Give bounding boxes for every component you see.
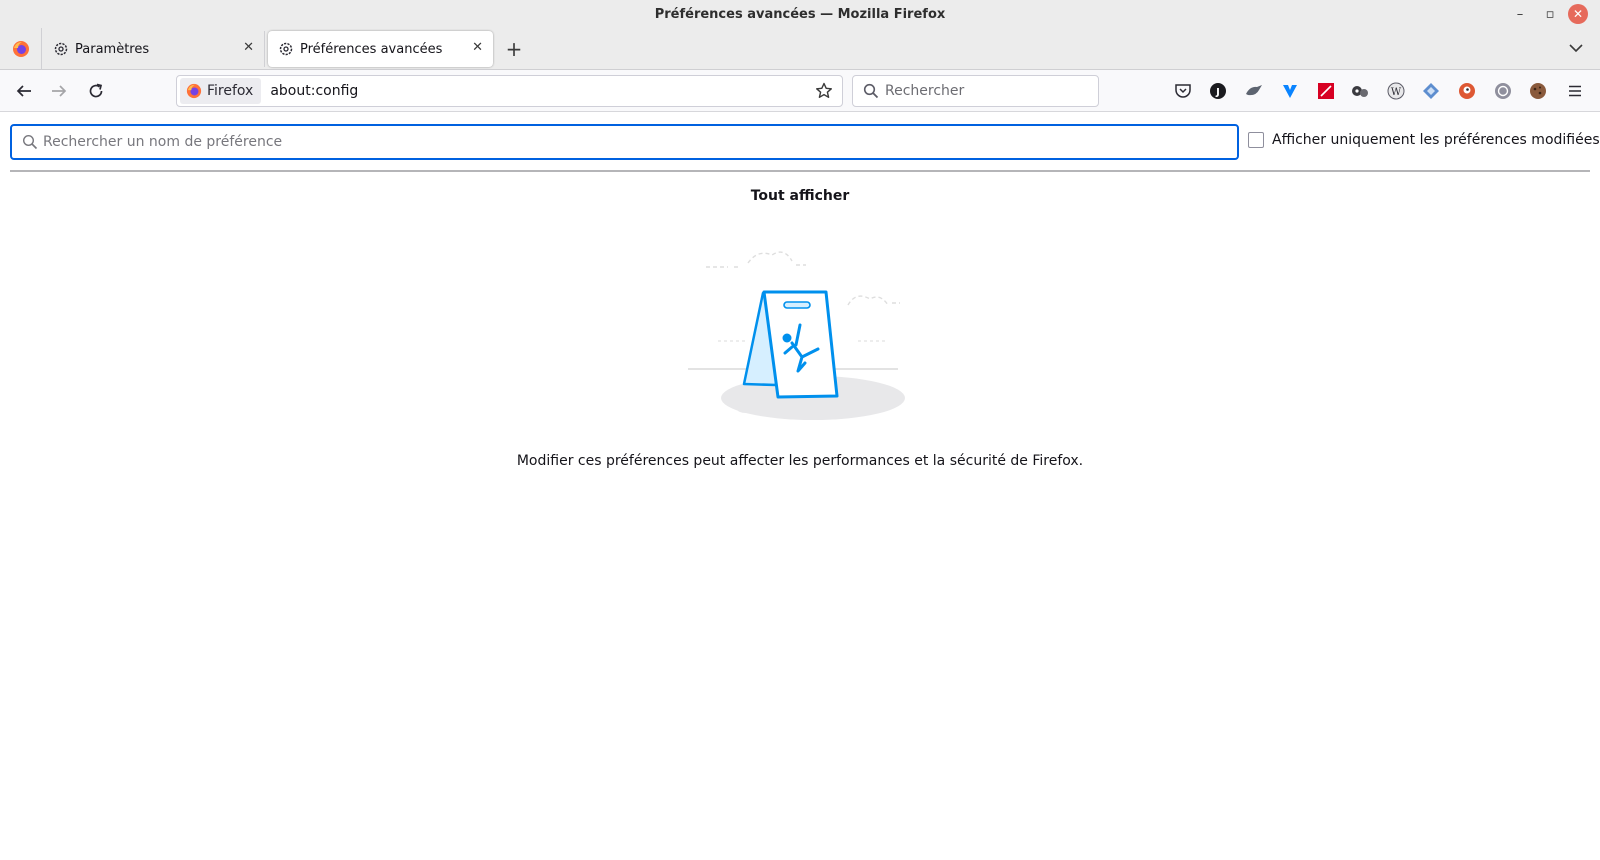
tab-settings[interactable]: Paramètres ✕	[43, 31, 265, 67]
divider	[10, 170, 1590, 172]
show-all-button[interactable]: Tout afficher	[0, 188, 1600, 204]
caution-sign-illustration	[688, 251, 905, 420]
url-text[interactable]: about:config	[270, 83, 814, 99]
show-modified-only-checkbox[interactable]	[1248, 132, 1264, 148]
close-window-button[interactable]: ✕	[1568, 4, 1588, 24]
diamond-icon[interactable]	[1421, 81, 1441, 101]
tab-label: Préférences avancées	[300, 41, 443, 57]
back-button[interactable]	[12, 79, 36, 103]
vpn-icon[interactable]	[1280, 81, 1300, 101]
tab-advanced-preferences[interactable]: Préférences avancées ✕	[268, 31, 493, 67]
menu-icon[interactable]	[1565, 81, 1585, 101]
maximize-button[interactable]: ▫	[1540, 4, 1560, 24]
identity-label: Firefox	[207, 83, 254, 99]
gear-icon	[53, 41, 69, 57]
svg-text:J: J	[1215, 87, 1220, 98]
firefox-view-button[interactable]	[0, 28, 42, 70]
identity-box[interactable]: Firefox	[180, 78, 262, 104]
new-tab-button[interactable]: +	[502, 37, 526, 61]
firefox-logo-icon	[186, 83, 202, 99]
joplin-icon[interactable]: J	[1208, 81, 1228, 101]
web-search-input[interactable]	[885, 83, 1085, 99]
title-bar: Préférences avancées — Mozilla Firefox –…	[0, 0, 1600, 28]
arrow-right-icon	[52, 85, 67, 97]
reload-icon	[89, 83, 103, 98]
close-tab-icon[interactable]: ✕	[243, 40, 254, 55]
tab-strip: Paramètres ✕ Préférences avancées ✕ +	[0, 28, 1600, 70]
search-icon	[22, 134, 38, 150]
gears-icon[interactable]	[1350, 81, 1370, 101]
wikipedia-icon[interactable]: W	[1386, 81, 1406, 101]
show-modified-only-option[interactable]: Afficher uniquement les préférences modi…	[1248, 132, 1600, 148]
gear-icon	[278, 41, 294, 57]
minimize-button[interactable]: –	[1510, 4, 1530, 24]
bookmark-star-icon[interactable]	[814, 81, 834, 101]
web-search-bar[interactable]	[852, 75, 1099, 107]
about-config-page: Afficher uniquement les préférences modi…	[0, 113, 1600, 860]
tor-icon[interactable]	[1493, 81, 1513, 101]
arrow-left-icon	[16, 85, 31, 97]
navigation-toolbar: Firefox about:config J W	[0, 70, 1600, 112]
reload-button[interactable]	[84, 79, 108, 103]
bird-icon[interactable]	[1244, 81, 1264, 101]
tab-label: Paramètres	[75, 41, 150, 57]
preference-search-input[interactable]	[43, 134, 1223, 150]
duckduckgo-icon[interactable]	[1457, 81, 1477, 101]
firefox-logo-icon	[12, 41, 29, 57]
pocket-icon[interactable]	[1173, 81, 1193, 101]
show-modified-only-label: Afficher uniquement les préférences modi…	[1272, 132, 1600, 148]
warning-message: Modifier ces préférences peut affecter l…	[516, 453, 1084, 469]
chevron-down-icon[interactable]	[1566, 38, 1586, 58]
svg-text:W: W	[1391, 87, 1402, 98]
pdf-icon[interactable]	[1316, 81, 1336, 101]
close-tab-icon[interactable]: ✕	[472, 40, 483, 55]
window-title: Préférences avancées — Mozilla Firefox	[654, 6, 946, 22]
search-icon	[863, 83, 879, 99]
cookie-icon[interactable]	[1528, 81, 1548, 101]
url-bar[interactable]: Firefox about:config	[176, 75, 843, 107]
preference-search-box[interactable]	[10, 124, 1239, 160]
forward-button[interactable]	[47, 79, 71, 103]
